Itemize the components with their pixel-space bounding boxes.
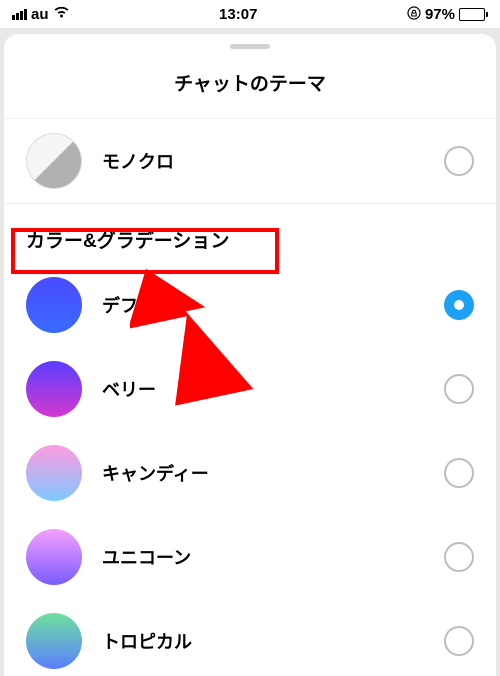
battery-icon: [459, 8, 488, 21]
theme-row-unicorn[interactable]: ユニコーン: [4, 515, 496, 599]
radio-unicorn[interactable]: [444, 542, 474, 572]
status-bar: au 13:07 97%: [0, 0, 500, 28]
wifi-icon: [53, 6, 70, 23]
bottom-sheet: チャットのテーマ モノクロ カラー&グラデーション デフォ. ベリー キャンディ…: [4, 34, 496, 676]
theme-row-candy[interactable]: キャンディー: [4, 431, 496, 515]
swatch-candy-icon: [26, 445, 82, 501]
radio-monochrome[interactable]: [444, 146, 474, 176]
radio-tropical[interactable]: [444, 626, 474, 656]
swatch-monochrome-icon: [26, 133, 82, 189]
radio-candy[interactable]: [444, 458, 474, 488]
status-left: au: [12, 6, 70, 23]
theme-row-berry[interactable]: ベリー: [4, 347, 496, 431]
theme-label: キャンディー: [102, 460, 424, 486]
carrier-label: au: [31, 6, 49, 23]
signal-icon: [12, 9, 27, 20]
battery-percent: 97%: [425, 6, 455, 23]
radio-berry[interactable]: [444, 374, 474, 404]
status-right: 97%: [407, 6, 488, 23]
swatch-unicorn-icon: [26, 529, 82, 585]
theme-row-tropical[interactable]: トロピカル: [4, 599, 496, 676]
orientation-lock-icon: [407, 6, 421, 23]
theme-row-monochrome[interactable]: モノクロ: [4, 119, 496, 203]
theme-label: ベリー: [102, 376, 424, 402]
theme-label: ユニコーン: [102, 544, 424, 570]
section-header-color-gradient: カラー&グラデーション: [4, 204, 496, 263]
status-time: 13:07: [219, 6, 257, 23]
swatch-default-icon: [26, 277, 82, 333]
sheet-title: チャットのテーマ: [4, 49, 496, 119]
swatch-tropical-icon: [26, 613, 82, 669]
theme-label: トロピカル: [102, 628, 424, 654]
theme-label: デフォ.: [102, 292, 424, 318]
theme-label: モノクロ: [102, 148, 424, 174]
theme-row-default[interactable]: デフォ.: [4, 263, 496, 347]
radio-default[interactable]: [444, 290, 474, 320]
swatch-berry-icon: [26, 361, 82, 417]
